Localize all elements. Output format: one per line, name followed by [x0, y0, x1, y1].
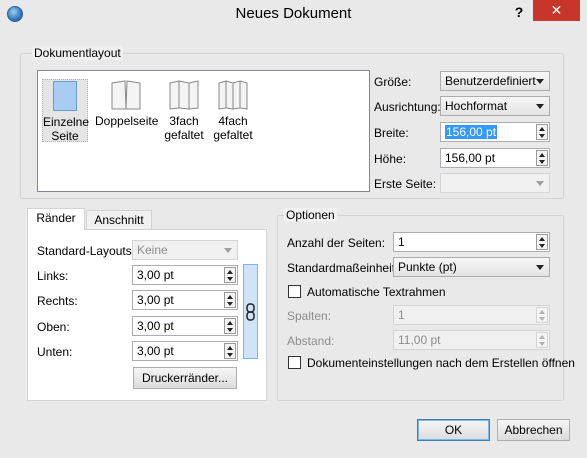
pages-count-spinbox[interactable]: 1 — [393, 232, 550, 252]
orientation-select[interactable]: Hochformat — [440, 96, 550, 116]
chevron-down-icon — [536, 104, 544, 109]
fourfold-icon — [218, 80, 248, 110]
size-label: Größe: — [374, 75, 412, 89]
height-label: Höhe: — [374, 152, 407, 166]
layout-trifold[interactable]: 3fach gefaltet — [159, 79, 209, 142]
open-settings-label: Dokumenteinstellungen nach dem Erstellen… — [307, 356, 575, 370]
chevron-down-icon — [224, 248, 232, 253]
spin-arrows-icon[interactable] — [536, 234, 548, 250]
first-page-select[interactable] — [440, 173, 550, 193]
single-page-icon — [53, 81, 77, 111]
standard-layouts-label: Standard-Layouts: — [37, 244, 136, 258]
bottom-margin-label: Unten: — [37, 345, 73, 359]
layout-single-page-label: Einzelne Seite — [43, 115, 90, 143]
left-margin-label: Links: — [37, 269, 69, 283]
orientation-label: Ausrichtung: — [374, 100, 441, 114]
gap-label: Abstand: — [287, 334, 335, 348]
left-margin-spinbox[interactable]: 3,00 pt — [132, 265, 238, 285]
width-value: 156,00 pt — [445, 125, 498, 139]
columns-label: Spalten: — [287, 309, 332, 323]
gap-spinbox[interactable]: 11,00 pt — [393, 330, 550, 350]
width-spinbox[interactable]: 156,00 pt — [440, 122, 550, 142]
top-margin-label: Oben: — [37, 320, 70, 334]
link-margins-toggle[interactable] — [243, 264, 258, 359]
ok-button[interactable]: OK — [417, 419, 490, 441]
trifold-icon — [169, 80, 199, 110]
chevron-down-icon — [536, 79, 544, 84]
gap-value: 11,00 pt — [398, 333, 441, 347]
layout-double-page-label: Doppelseite — [95, 114, 159, 128]
bottom-margin-value: 3,00 pt — [137, 344, 174, 358]
auto-text-frames-checkbox[interactable] — [288, 285, 301, 298]
height-value: 156,00 pt — [445, 151, 496, 165]
top-margin-spinbox[interactable]: 3,00 pt — [132, 316, 238, 336]
columns-spinbox[interactable]: 1 — [393, 305, 550, 325]
close-button[interactable]: ✕ — [533, 0, 580, 21]
left-margin-value: 3,00 pt — [137, 268, 174, 282]
auto-text-frames-label: Automatische Textrahmen — [307, 285, 446, 299]
standard-layouts-value: Keine — [137, 243, 168, 257]
standard-layouts-select[interactable]: Keine — [132, 240, 238, 260]
spin-arrows-icon[interactable] — [224, 343, 236, 359]
size-select-value: Benutzerdefiniert — [445, 74, 536, 88]
document-layout-group-title: Dokumentlayout — [32, 46, 123, 60]
spin-arrows-icon[interactable] — [536, 150, 548, 166]
window-title: Neues Dokument — [235, 5, 352, 22]
size-select[interactable]: Benutzerdefiniert — [440, 71, 550, 91]
spin-arrows-icon[interactable] — [224, 267, 236, 283]
title-bar: Neues Dokument ? ✕ — [0, 0, 587, 30]
options-group-title: Optionen — [284, 208, 337, 222]
spin-arrows-icon[interactable] — [536, 332, 548, 348]
layout-fourfold-label: 4fach gefaltet — [213, 114, 253, 142]
columns-value: 1 — [398, 308, 405, 322]
height-spinbox[interactable]: 156,00 pt — [440, 148, 550, 168]
chevron-down-icon — [536, 181, 544, 186]
right-margin-spinbox[interactable]: 3,00 pt — [132, 290, 238, 310]
default-unit-value: Punkte (pt) — [398, 260, 457, 274]
top-margin-value: 3,00 pt — [137, 319, 174, 333]
default-unit-label: Standardmaßeinheit: — [287, 261, 399, 275]
layout-selection-panel: Einzelne Seite Doppelseite 3fach gefalte… — [37, 70, 370, 192]
tab-margins[interactable]: Ränder — [27, 208, 85, 230]
chevron-down-icon — [536, 265, 544, 270]
pages-count-label: Anzahl der Seiten: — [287, 236, 386, 250]
printer-margins-button[interactable]: Druckerränder... — [133, 367, 237, 389]
default-unit-select[interactable]: Punkte (pt) — [393, 257, 550, 277]
width-label: Breite: — [374, 126, 409, 140]
orientation-select-value: Hochformat — [445, 99, 508, 113]
layout-double-page[interactable]: Doppelseite — [95, 79, 159, 142]
layout-trifold-label: 3fach gefaltet — [164, 114, 204, 142]
right-margin-value: 3,00 pt — [137, 293, 174, 307]
double-page-icon — [111, 80, 141, 110]
help-button[interactable]: ? — [510, 2, 528, 22]
spin-arrows-icon[interactable] — [536, 307, 548, 323]
pages-count-value: 1 — [398, 235, 405, 249]
right-margin-label: Rechts: — [37, 294, 78, 308]
cancel-button[interactable]: Abbrechen — [497, 419, 570, 441]
first-page-label: Erste Seite: — [374, 177, 437, 191]
spin-arrows-icon[interactable] — [224, 318, 236, 334]
spin-arrows-icon[interactable] — [536, 124, 548, 140]
open-settings-checkbox[interactable] — [288, 356, 301, 369]
layout-single-page[interactable]: Einzelne Seite — [42, 79, 90, 143]
spin-arrows-icon[interactable] — [224, 292, 236, 308]
layout-fourfold[interactable]: 4fach gefaltet — [208, 79, 258, 142]
bottom-margin-spinbox[interactable]: 3,00 pt — [132, 341, 238, 361]
tab-bleed[interactable]: Anschnitt — [86, 210, 152, 230]
chain-link-icon — [246, 303, 255, 321]
